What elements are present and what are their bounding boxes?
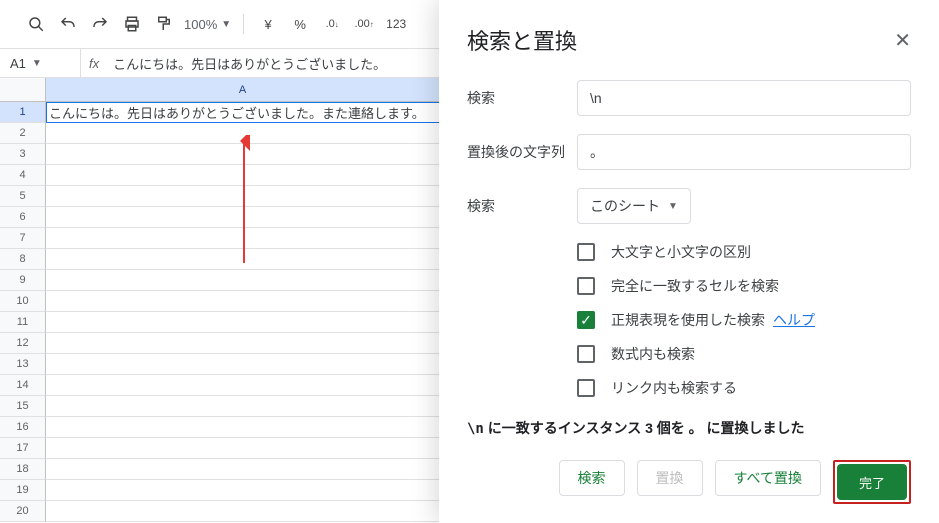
row-header[interactable]: 8 [0, 249, 46, 270]
find-label: 検索 [467, 88, 577, 108]
cell[interactable] [46, 270, 440, 291]
scope-select[interactable]: このシート▼ [577, 188, 691, 224]
links-checkbox[interactable] [577, 379, 595, 397]
toolbar: 100% ▼ ¥ % .0↓ .00↑ 123 [0, 0, 440, 48]
match-cell-checkbox[interactable] [577, 277, 595, 295]
cell[interactable] [46, 249, 440, 270]
currency-button[interactable]: ¥ [256, 12, 280, 36]
row-header[interactable]: 20 [0, 501, 46, 522]
match-case-checkbox[interactable] [577, 243, 595, 261]
scope-label: 検索 [467, 196, 577, 216]
row-header[interactable]: 1 [0, 102, 46, 123]
dialog-title: 検索と置換 [467, 24, 577, 56]
cell[interactable] [46, 165, 440, 186]
row-header[interactable]: 19 [0, 480, 46, 501]
row-header[interactable]: 11 [0, 312, 46, 333]
replace-input[interactable] [577, 134, 911, 170]
cell[interactable] [46, 186, 440, 207]
spreadsheet-grid: A 1こんにちは。先日はありがとうございました。また連絡します。23456789… [0, 78, 440, 522]
done-button[interactable]: 完了 [837, 464, 907, 500]
row-header[interactable]: 10 [0, 291, 46, 312]
regex-checkbox[interactable]: ✓ [577, 311, 595, 329]
column-header-a[interactable]: A [46, 78, 440, 102]
cell[interactable] [46, 417, 440, 438]
paint-format-icon[interactable] [152, 12, 176, 36]
search-icon[interactable] [24, 12, 48, 36]
cell[interactable] [46, 144, 440, 165]
cell-reference[interactable]: A1▼ [0, 56, 80, 71]
row-header[interactable]: 2 [0, 123, 46, 144]
formulas-label: 数式内も検索 [611, 344, 695, 364]
row-header[interactable]: 13 [0, 354, 46, 375]
row-header[interactable]: 17 [0, 438, 46, 459]
row-header[interactable]: 6 [0, 207, 46, 228]
row-header[interactable]: 7 [0, 228, 46, 249]
cell[interactable] [46, 480, 440, 501]
cell[interactable] [46, 501, 440, 522]
replace-all-button[interactable]: すべて置換 [715, 460, 821, 496]
decrease-decimal-button[interactable]: .0↓ [320, 12, 344, 36]
replace-label: 置換後の文字列 [467, 142, 577, 162]
close-icon[interactable]: ✕ [894, 28, 911, 53]
format-123-button[interactable]: 123 [384, 12, 408, 36]
print-icon[interactable] [120, 12, 144, 36]
cell[interactable] [46, 396, 440, 417]
cell[interactable] [46, 123, 440, 144]
redo-icon[interactable] [88, 12, 112, 36]
find-button[interactable]: 検索 [559, 460, 625, 496]
row-header[interactable]: 4 [0, 165, 46, 186]
row-header[interactable]: 15 [0, 396, 46, 417]
row-header[interactable]: 18 [0, 459, 46, 480]
formula-input[interactable]: こんにちは。先日はありがとうございました。 [107, 54, 440, 73]
formula-bar: A1▼ fx こんにちは。先日はありがとうございました。 [0, 48, 440, 78]
cell[interactable] [46, 228, 440, 249]
find-replace-dialog: 検索と置換 ✕ 検索 置換後の文字列 検索 このシート▼ 大文字と小文字の区別 … [439, 0, 939, 523]
row-header[interactable]: 9 [0, 270, 46, 291]
percent-button[interactable]: % [288, 12, 312, 36]
formulas-checkbox[interactable] [577, 345, 595, 363]
cell[interactable] [46, 312, 440, 333]
regex-help-link[interactable]: ヘルプ [773, 310, 815, 330]
match-cell-label: 完全に一致するセルを検索 [611, 276, 779, 296]
cell[interactable]: こんにちは。先日はありがとうございました。また連絡します。 [46, 102, 440, 123]
cell[interactable] [46, 375, 440, 396]
links-label: リンク内も検索する [611, 378, 737, 398]
cell[interactable] [46, 438, 440, 459]
regex-label: 正規表現を使用した検索 [611, 310, 765, 330]
cell[interactable] [46, 459, 440, 480]
row-header[interactable]: 14 [0, 375, 46, 396]
replace-button: 置換 [637, 460, 703, 496]
cell[interactable] [46, 354, 440, 375]
status-message: \n に一致するインスタンス 3 個を 。 に置換しました [467, 418, 911, 438]
select-all-corner[interactable] [0, 78, 46, 102]
cell[interactable] [46, 291, 440, 312]
row-header[interactable]: 3 [0, 144, 46, 165]
cell[interactable] [46, 333, 440, 354]
done-button-highlight: 完了 [833, 460, 911, 504]
cell[interactable] [46, 207, 440, 228]
undo-icon[interactable] [56, 12, 80, 36]
row-header[interactable]: 5 [0, 186, 46, 207]
find-input[interactable] [577, 80, 911, 116]
match-case-label: 大文字と小文字の区別 [611, 242, 751, 262]
increase-decimal-button[interactable]: .00↑ [352, 12, 376, 36]
fx-label: fx [80, 49, 107, 77]
zoom-select[interactable]: 100% ▼ [184, 17, 231, 32]
row-header[interactable]: 16 [0, 417, 46, 438]
row-header[interactable]: 12 [0, 333, 46, 354]
